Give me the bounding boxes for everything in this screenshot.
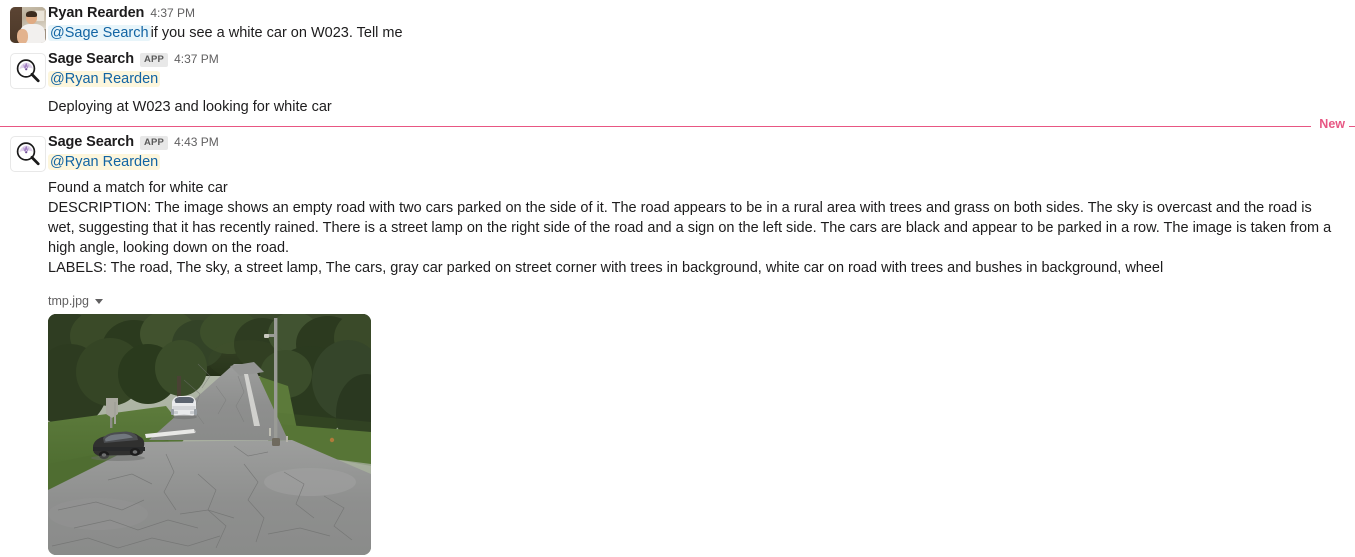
message-gutter [0, 50, 48, 89]
message-paragraph-labels: LABELS: The road, The sky, a street lamp… [48, 260, 1164, 276]
message-sender-name[interactable]: Sage Search [48, 50, 134, 68]
attachment-file-header[interactable]: tmp.jpg [48, 294, 1341, 308]
user-mention-ryan-rearden[interactable]: @Ryan Rearden [48, 71, 161, 87]
message-header: Ryan Rearden 4:37 PM [48, 4, 1341, 22]
message-sender-name[interactable]: Ryan Rearden [48, 4, 144, 22]
sage-search-magnifier-icon[interactable] [10, 53, 46, 89]
message-header: Sage Search APP 4:43 PM [48, 133, 1341, 151]
message-body: Sage Search APP 4:37 PM @Ryan Rearden De… [48, 50, 1355, 117]
attachment-file-name[interactable]: tmp.jpg [48, 294, 89, 308]
user-mention-ryan-rearden[interactable]: @Ryan Rearden [48, 154, 161, 170]
message-item[interactable]: Ryan Rearden 4:37 PM @Sage Search if you … [0, 0, 1355, 46]
message-mention-line: @Ryan Rearden [48, 152, 1341, 173]
message-text: @Sage Search if you see a white car on W0… [48, 23, 1341, 44]
message-body: Ryan Rearden 4:37 PM @Sage Search if you … [48, 4, 1355, 44]
message-item[interactable]: Sage Search APP 4:43 PM @Ryan Rearden Fo… [0, 129, 1355, 557]
message-paragraph-description: DESCRIPTION: The image shows an empty ro… [48, 200, 1332, 256]
app-badge: APP [139, 53, 169, 67]
unread-divider: New [0, 117, 1355, 131]
message-paragraph: Deploying at W023 and looking for white … [48, 99, 332, 115]
message-mention-line: @Ryan Rearden [48, 69, 1341, 90]
user-photo-avatar[interactable] [10, 7, 46, 43]
message-gutter [0, 4, 48, 43]
message-timestamp[interactable]: 4:37 PM [174, 50, 219, 68]
app-badge: APP [139, 136, 169, 150]
message-sender-name[interactable]: Sage Search [48, 133, 134, 151]
message-paragraph-match: Found a match for white car [48, 180, 228, 196]
attachment-image[interactable] [48, 314, 371, 555]
message-body: Sage Search APP 4:43 PM @Ryan Rearden Fo… [48, 133, 1355, 555]
message-item[interactable]: Sage Search APP 4:37 PM @Ryan Rearden De… [0, 46, 1355, 119]
message-text-after-mention: if you see a white car on W023. Tell me [150, 25, 403, 41]
sage-search-magnifier-icon[interactable] [10, 136, 46, 172]
chevron-down-icon[interactable] [95, 298, 103, 304]
message-header: Sage Search APP 4:37 PM [48, 50, 1341, 68]
user-mention-sage-search[interactable]: @Sage Search [48, 25, 151, 41]
message-timestamp[interactable]: 4:37 PM [150, 4, 195, 22]
message-gutter [0, 133, 48, 172]
white-car [171, 396, 197, 420]
message-timestamp[interactable]: 4:43 PM [174, 133, 219, 151]
message-list: Ryan Rearden 4:37 PM @Sage Search if you … [0, 0, 1355, 557]
